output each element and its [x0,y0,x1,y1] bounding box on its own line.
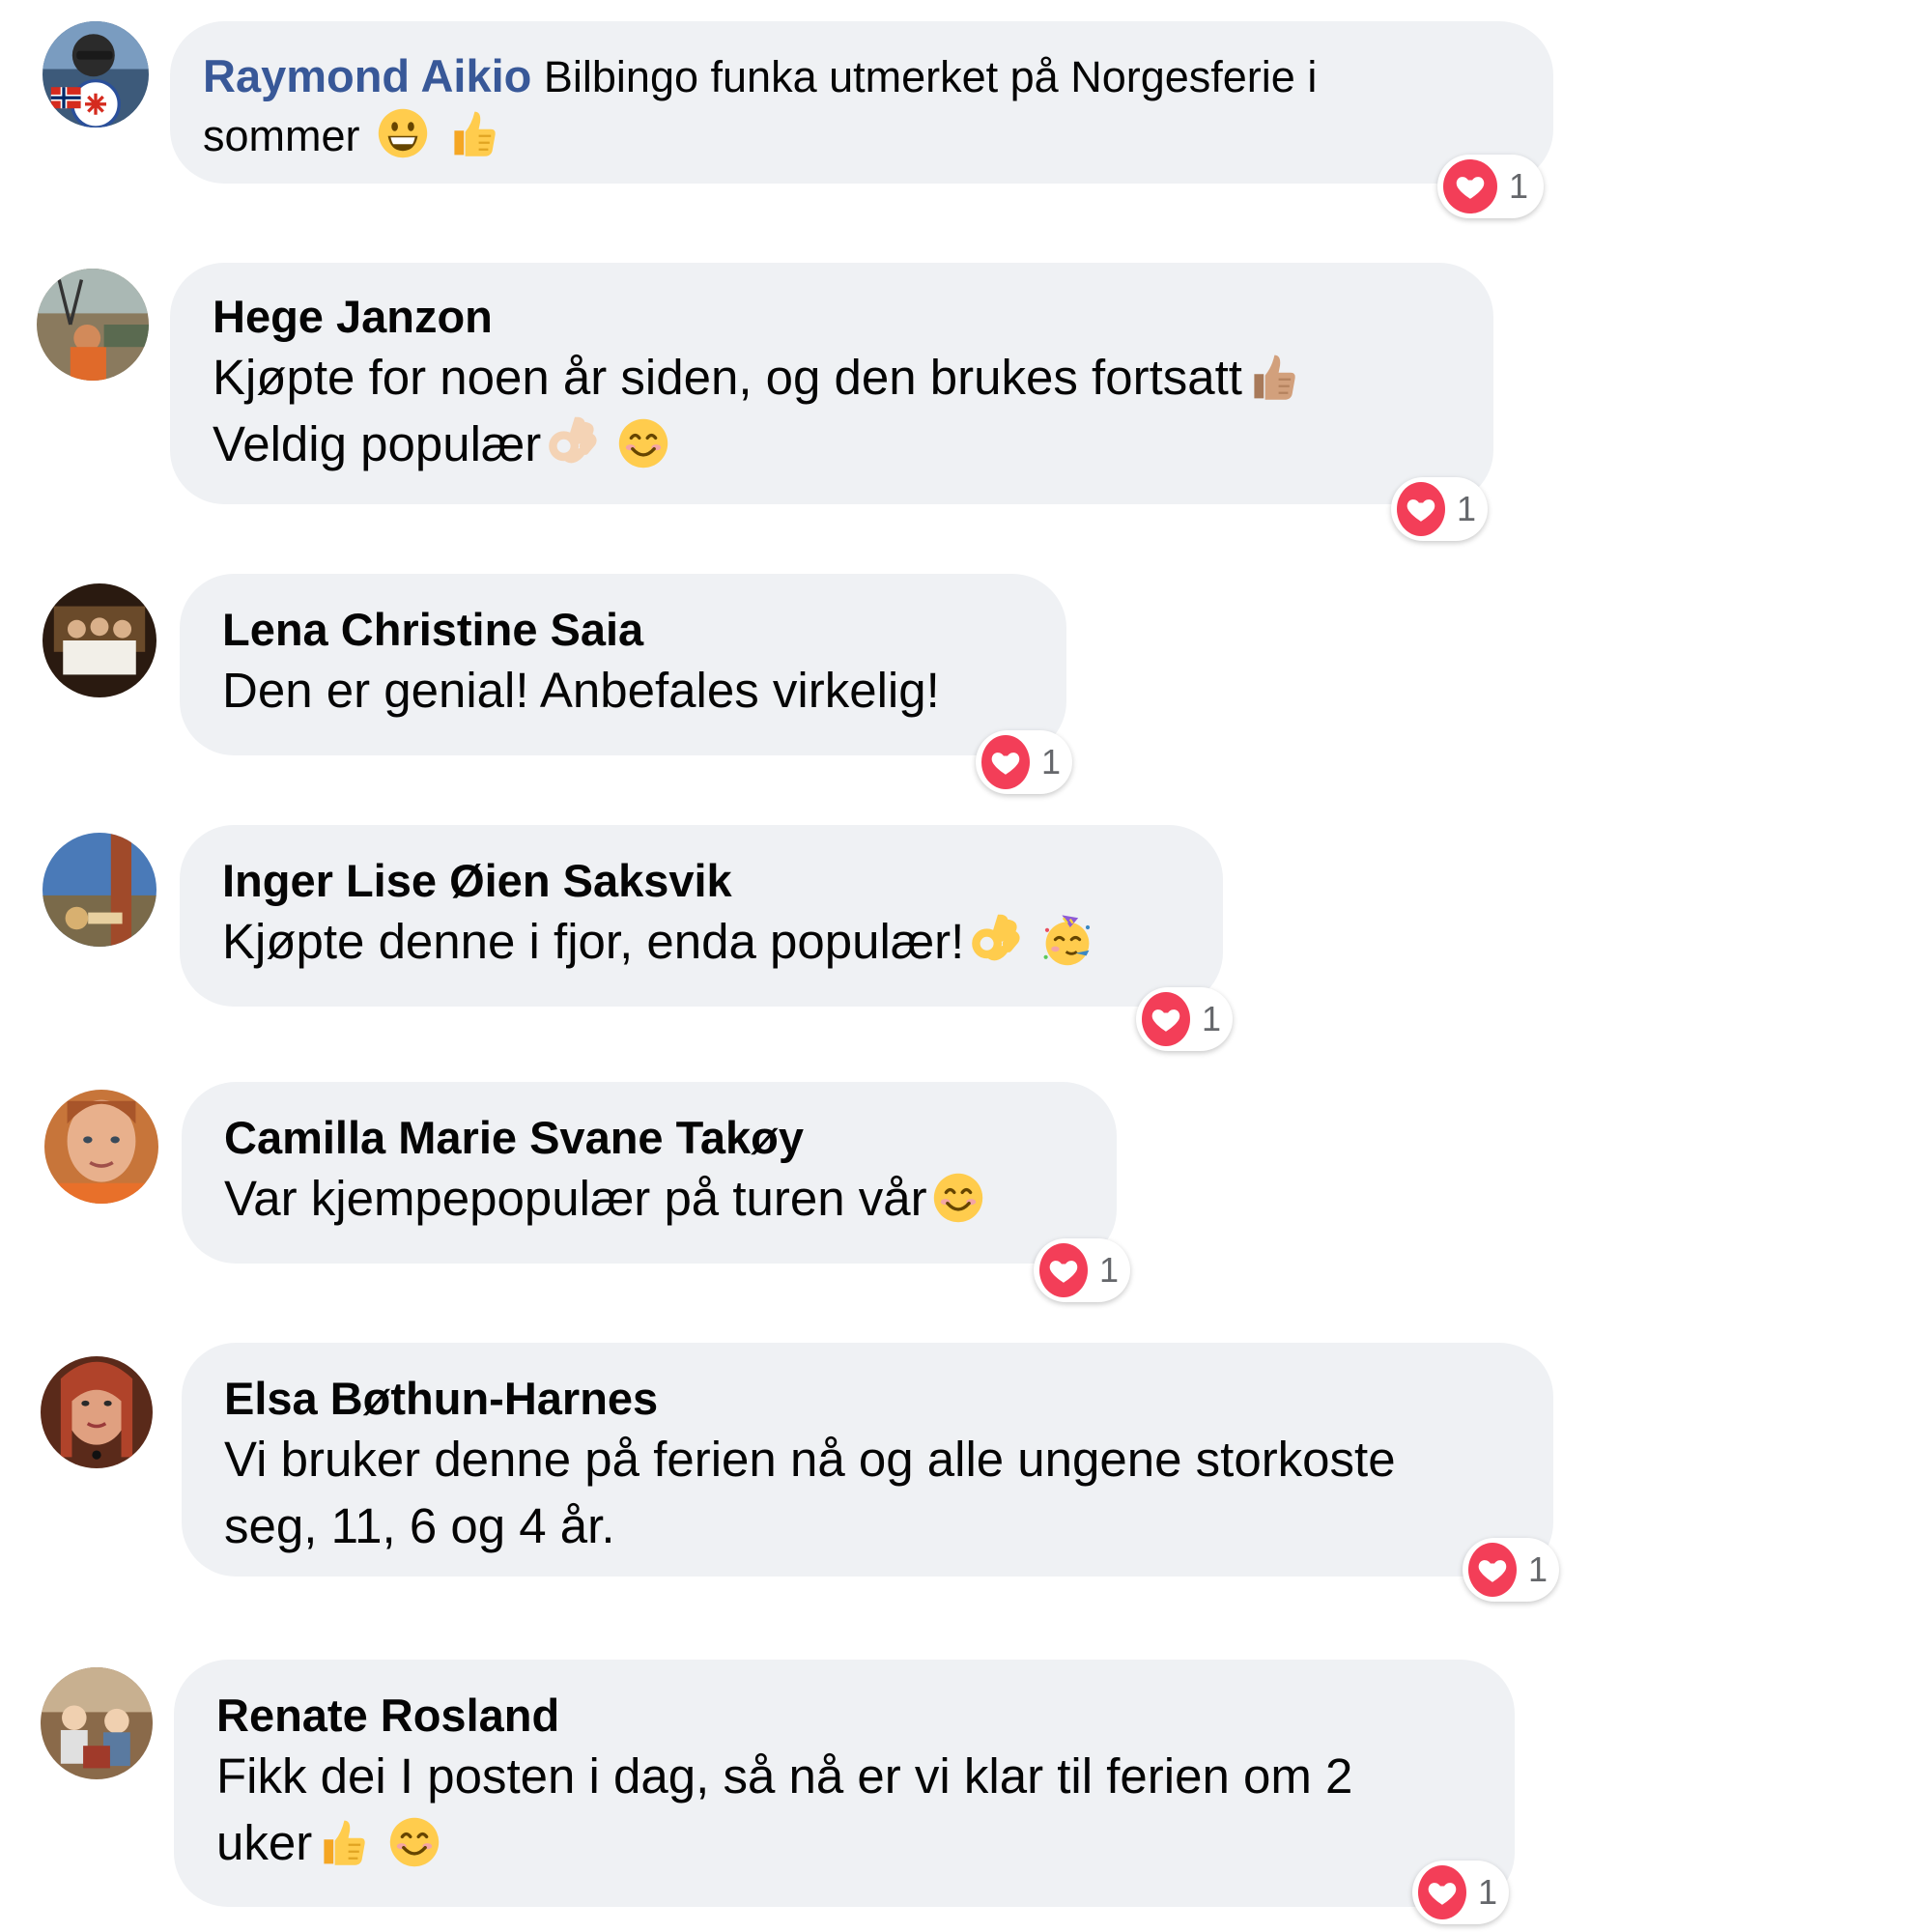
comment-text: Den er genial! Anbefales virkelig! [222,663,940,718]
heart-icon [1443,159,1497,213]
reaction-count: 1 [1477,1872,1497,1912]
reaction-count: 1 [1040,742,1061,781]
ok-hand-light-skin-emoji [545,416,599,470]
heart-icon [1039,1243,1088,1297]
avatar[interactable] [41,1667,153,1779]
thumbs-up-emoji [446,106,500,160]
comment-bubble: Hege Janzon Kjøpte for noen år siden, og… [170,263,1493,504]
reaction-count: 1 [1509,166,1529,206]
comment-bubble: Renate Rosland Fikk dei I posten i dag, … [174,1660,1515,1907]
reaction-count: 1 [1201,999,1221,1038]
avatar[interactable] [43,21,149,128]
avatar[interactable] [44,1090,158,1204]
grinning-emoji [376,106,430,160]
comment-author-link[interactable]: Hege Janzon [213,290,1455,344]
comment-text: Kjøpte for noen år siden, og den brukes … [213,350,1242,405]
comment-body: Raymond Aikio Bilbingo funka utmerket på… [203,48,1519,165]
comment-author-link[interactable]: Raymond Aikio [203,50,531,101]
reaction-summary[interactable]: 1 [976,730,1072,794]
reaction-count: 1 [1527,1549,1548,1589]
heart-icon [981,735,1030,789]
reaction-count: 1 [1456,489,1476,528]
comment-bubble: Raymond Aikio Bilbingo funka utmerket på… [170,21,1553,184]
comment-text: Var kjempepopulær på turen vår [224,1171,927,1226]
smiling-eyes-emoji [931,1171,985,1225]
partying-face-emoji [1040,914,1094,968]
comment-text: uker [216,1815,313,1870]
reaction-summary[interactable]: 1 [1437,155,1544,218]
ok-hand-emoji [968,914,1022,968]
heart-icon [1397,482,1445,536]
heart-icon [1418,1865,1466,1919]
comment-author-link[interactable]: Lena Christine Saia [222,603,1028,657]
smiling-eyes-emoji [387,1815,441,1869]
thumbs-up-emoji [316,1815,370,1869]
smiling-eyes-emoji [616,416,670,470]
avatar[interactable] [37,269,149,381]
comment-text: Bilbingo funka utmerket på Norgesferie i [543,52,1318,101]
comment-body: Vi bruker denne på ferien nå og alle ung… [224,1426,1515,1559]
reaction-summary[interactable]: 1 [1136,987,1233,1051]
heart-icon [1142,992,1190,1046]
comment-body: Kjøpte denne i fjor, enda populær! [222,908,1184,975]
reaction-count: 1 [1098,1250,1119,1290]
avatar[interactable] [43,833,156,947]
comment-body: Fikk dei I posten i dag, så nå er vi kla… [216,1743,1476,1876]
reaction-summary[interactable]: 1 [1391,477,1488,541]
comment-author-link[interactable]: Renate Rosland [216,1689,1476,1743]
reaction-summary[interactable]: 1 [1463,1538,1559,1602]
comment-author-link[interactable]: Inger Lise Øien Saksvik [222,854,1184,908]
reaction-summary[interactable]: 1 [1412,1861,1509,1924]
comment-body: Kjøpte for noen år siden, og den brukes … [213,344,1455,477]
comment-text: Vi bruker denne på ferien nå og alle ung… [224,1432,1396,1487]
comment-text: Kjøpte denne i fjor, enda populær! [222,914,965,969]
comment-text: sommer [203,111,360,160]
comment-text: Veldig populær [213,416,542,471]
comment-body: Den er genial! Anbefales virkelig! [222,657,1028,724]
comment-text: seg, 11, 6 og 4 år. [224,1498,615,1553]
comment-author-link[interactable]: Camilla Marie Svane Takøy [224,1111,1078,1165]
comment-body: Var kjempepopulær på turen vår [224,1165,1078,1232]
avatar[interactable] [41,1356,153,1468]
comment-text: Fikk dei I posten i dag, så nå er vi kla… [216,1748,1353,1804]
comment-bubble: Lena Christine Saia Den er genial! Anbef… [180,574,1066,755]
comment-bubble: Inger Lise Øien Saksvik Kjøpte denne i f… [180,825,1223,1007]
thumbs-up-medium-skin-emoji [1246,350,1300,404]
comment-bubble: Camilla Marie Svane Takøy Var kjempepopu… [182,1082,1117,1264]
comment-bubble: Elsa Bøthun-Harnes Vi bruker denne på fe… [182,1343,1553,1577]
avatar[interactable] [43,583,156,697]
comment-author-link[interactable]: Elsa Bøthun-Harnes [224,1372,1515,1426]
reaction-summary[interactable]: 1 [1034,1238,1130,1302]
heart-icon [1468,1543,1517,1597]
